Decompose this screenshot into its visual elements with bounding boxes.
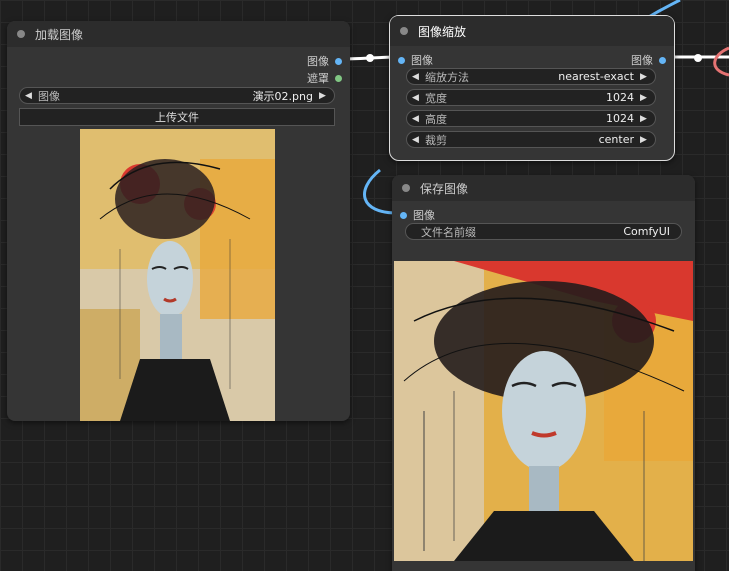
link-red	[713, 46, 729, 77]
crop-label: 裁剪	[425, 133, 447, 147]
crop-value: center	[598, 133, 634, 146]
increment-arrow-icon[interactable]: ▶	[640, 72, 650, 82]
link-resize-output-midpoint	[694, 54, 702, 62]
width-value: 1024	[606, 91, 634, 104]
increment-arrow-icon[interactable]: ▶	[640, 114, 650, 124]
increment-arrow-icon[interactable]: ▶	[640, 135, 650, 145]
image-slot-dot[interactable]	[659, 56, 666, 64]
image-select-label: 图像	[38, 89, 60, 103]
image-select-value: 演示02.png	[252, 89, 313, 103]
width-label: 宽度	[425, 91, 447, 105]
resize-image-node-header[interactable]: 图像缩放	[390, 16, 674, 46]
image-slot-dot[interactable]	[398, 56, 405, 64]
decrement-arrow-icon[interactable]: ◀	[412, 114, 422, 124]
input-slot-image-label: 图像	[411, 54, 433, 67]
save-image-node-title: 保存图像	[420, 181, 469, 196]
filename-prefix-value: ComfyUI	[623, 225, 670, 238]
save-image-node-header[interactable]: 保存图像	[392, 175, 695, 201]
input-slot-image-label: 图像	[413, 209, 435, 222]
height-label: 高度	[425, 112, 447, 126]
node-collapse-dot[interactable]	[17, 30, 25, 38]
output-slot-image-label: 图像	[631, 54, 653, 67]
resize-method-value: nearest-exact	[558, 70, 634, 83]
load-image-node[interactable]: 加载图像 图像 遮罩 ◀ 图像 演示02.png ▶ 上传文件	[7, 21, 350, 421]
mask-slot-dot[interactable]	[335, 74, 342, 82]
decrement-arrow-icon[interactable]: ◀	[412, 93, 422, 103]
upload-button[interactable]: 上传文件	[19, 108, 335, 126]
resize-method-label: 缩放方法	[425, 70, 469, 84]
decrement-arrow-icon[interactable]: ◀	[412, 135, 422, 145]
filename-prefix-widget[interactable]: 文件名前缀 ComfyUI	[405, 223, 682, 240]
input-slot-image[interactable]: 图像	[400, 207, 435, 223]
decrement-arrow-icon[interactable]: ◀	[25, 91, 35, 101]
output-slot-image[interactable]: 图像	[631, 52, 666, 68]
increment-arrow-icon[interactable]: ▶	[319, 91, 329, 101]
height-value: 1024	[606, 112, 634, 125]
image-slot-dot[interactable]	[335, 57, 342, 65]
save-image-node[interactable]: 保存图像 图像 文件名前缀 ComfyUI	[392, 175, 695, 571]
image-select-widget[interactable]: ◀ 图像 演示02.png ▶	[19, 87, 335, 104]
resize-method-widget[interactable]: ◀ 缩放方法 nearest-exact ▶	[406, 68, 656, 85]
input-slot-image[interactable]: 图像	[398, 52, 433, 68]
output-slot-mask[interactable]: 遮罩	[307, 70, 342, 86]
resize-image-node[interactable]: 图像缩放 图像 图像 ◀ 缩放方法 nearest-exact ▶ ◀ 宽度 1…	[389, 15, 675, 161]
output-slot-image-label: 图像	[307, 55, 329, 68]
increment-arrow-icon[interactable]: ▶	[640, 93, 650, 103]
load-image-node-header[interactable]: 加载图像	[7, 21, 350, 47]
saved-image-preview	[394, 261, 693, 561]
crop-widget[interactable]: ◀ 裁剪 center ▶	[406, 131, 656, 148]
output-slot-image[interactable]: 图像	[307, 53, 342, 69]
output-slot-mask-label: 遮罩	[307, 72, 329, 85]
image-slot-dot[interactable]	[400, 211, 407, 219]
loaded-image-preview	[80, 129, 275, 421]
link-load-to-resize-midpoint	[366, 54, 374, 62]
node-collapse-dot[interactable]	[402, 184, 410, 192]
load-image-node-title: 加载图像	[35, 27, 84, 42]
resize-image-node-title: 图像缩放	[418, 24, 467, 39]
decrement-arrow-icon[interactable]: ◀	[412, 72, 422, 82]
node-collapse-dot[interactable]	[400, 27, 408, 35]
width-widget[interactable]: ◀ 宽度 1024 ▶	[406, 89, 656, 106]
height-widget[interactable]: ◀ 高度 1024 ▶	[406, 110, 656, 127]
filename-prefix-label: 文件名前缀	[421, 225, 476, 239]
